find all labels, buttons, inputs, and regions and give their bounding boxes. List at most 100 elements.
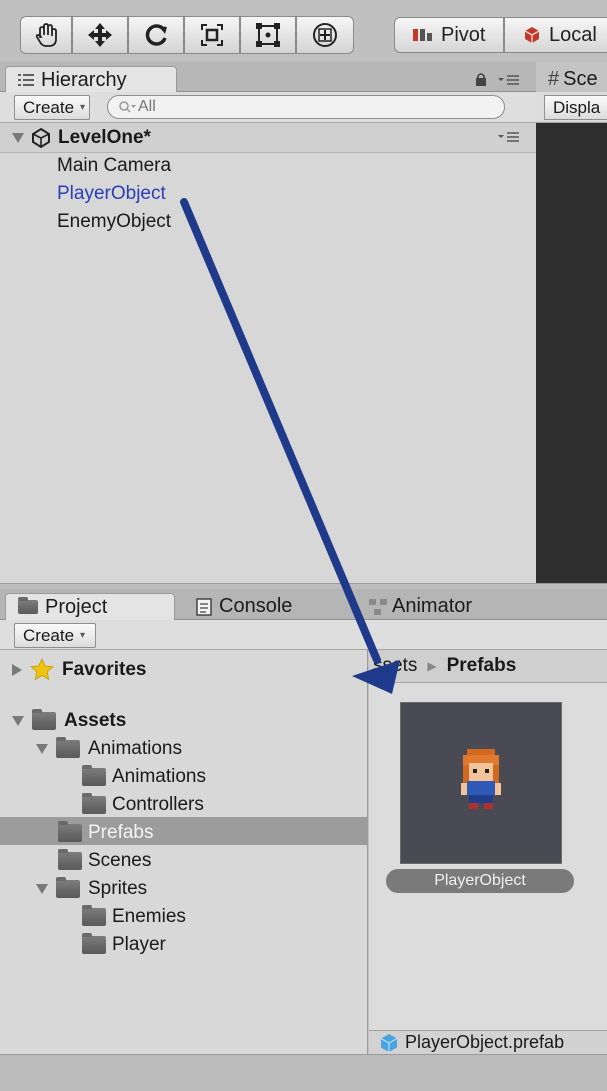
tree-row-scenes[interactable]: Scenes [58, 849, 151, 872]
player-sprite-icon [461, 749, 501, 809]
tree-label-assets: Assets [64, 710, 127, 731]
folder-icon [82, 793, 106, 814]
transform-icon [313, 23, 337, 47]
tab-hierarchy[interactable]: Hierarchy [5, 66, 177, 93]
tree-label-controllers: Controllers [112, 794, 204, 815]
hierarchy-search-input[interactable] [138, 98, 468, 116]
tree-row-animations[interactable]: Animations [36, 737, 182, 760]
expand-arrow-icon[interactable] [36, 744, 48, 754]
create-label: Create [23, 97, 75, 117]
pivot-toggle[interactable]: Pivot [394, 17, 504, 53]
project-toolbar: Create ▾ [0, 620, 607, 650]
breadcrumb-root[interactable]: ssets [373, 655, 417, 677]
hand-tool-button[interactable] [20, 16, 72, 54]
expand-arrow-icon[interactable] [12, 716, 24, 726]
tree-label-player: Player [112, 934, 166, 955]
console-icon [196, 597, 212, 616]
tab-scene[interactable]: # Sce [542, 66, 598, 93]
tab-project[interactable]: Project [5, 593, 175, 620]
scene-name: LevelOne* [58, 126, 151, 148]
local-cube-icon [524, 27, 540, 43]
tree-row-animations-child[interactable]: Animations [82, 765, 206, 788]
breadcrumb-current[interactable]: Prefabs [447, 655, 517, 677]
tree-row-sprites[interactable]: Sprites [36, 877, 148, 900]
dropdown-arrow-icon: ▾ [80, 102, 86, 113]
scale-tool-button[interactable] [184, 16, 240, 54]
move-icon [88, 23, 112, 47]
tree-label-prefabs: Prefabs [88, 822, 154, 843]
editor-status-bar [0, 1054, 607, 1091]
scene-menu-icon[interactable] [498, 132, 520, 144]
unity-scene-icon [32, 127, 50, 148]
tree-label-animations-child: Animations [112, 766, 206, 787]
hierarchy-create-button[interactable]: Create ▾ [14, 95, 90, 120]
project-status-bar: PlayerObject.prefab [369, 1030, 607, 1054]
status-file-name: PlayerObject.prefab [405, 1032, 565, 1052]
display-dropdown[interactable]: Displa [544, 95, 607, 120]
pivot-label: Pivot [441, 23, 486, 46]
tree-label-enemies: Enemies [112, 906, 186, 927]
lock-icon[interactable] [474, 72, 488, 91]
folder-icon [82, 933, 106, 954]
scene-toolbar: Displa [536, 92, 607, 123]
rect-tool-button[interactable] [240, 16, 296, 54]
hierarchy-toolbar: Create ▾ [0, 92, 536, 123]
local-toggle[interactable]: Local [504, 17, 607, 53]
tree-row-assets[interactable]: Assets [12, 709, 127, 732]
star-icon [30, 658, 54, 681]
project-create-label: Create [23, 625, 75, 645]
pivot-icon [413, 29, 432, 41]
tree-row-enemies[interactable]: Enemies [82, 905, 186, 928]
hierarchy-item-player-object[interactable]: PlayerObject [57, 183, 166, 205]
asset-thumbnail[interactable] [400, 702, 562, 864]
hand-icon [35, 23, 57, 47]
panel-menu-icon[interactable] [498, 74, 520, 92]
local-label: Local [549, 23, 597, 46]
grid-icon: # [548, 68, 560, 90]
dropdown-arrow-icon: ▾ [80, 630, 86, 641]
hierarchy-item-enemy-object[interactable]: EnemyObject [57, 211, 171, 233]
hierarchy-tabbar: Hierarchy [0, 62, 536, 93]
selected-row-highlight [0, 817, 368, 845]
folder-icon [58, 821, 82, 842]
tab-console[interactable]: Console [184, 593, 292, 620]
expand-arrow-icon[interactable] [36, 884, 48, 894]
folder-icon [58, 849, 82, 870]
animator-icon [369, 598, 387, 615]
tree-row-controllers[interactable]: Controllers [82, 793, 204, 816]
move-tool-button[interactable] [72, 16, 128, 54]
hierarchy-item-main-camera[interactable]: Main Camera [57, 155, 171, 177]
collapse-arrow-icon[interactable] [12, 664, 22, 676]
scene-row[interactable]: LevelOne* [0, 123, 536, 153]
folder-icon [82, 765, 106, 786]
scene-tab-label: Sce [563, 68, 598, 90]
scale-icon [201, 24, 223, 46]
tab-animator[interactable]: Animator [356, 593, 472, 620]
display-label: Displa [553, 97, 601, 117]
folder-icon [56, 737, 80, 758]
expand-arrow-icon[interactable] [12, 132, 24, 143]
breadcrumb: ssets ▶ Prefabs [369, 650, 607, 683]
rotate-icon [145, 24, 167, 46]
main-toolbar: Pivot Local [0, 0, 607, 62]
tree-row-favorites[interactable]: Favorites [12, 658, 146, 682]
prefab-cube-icon [380, 1033, 398, 1052]
scene-viewport[interactable] [536, 123, 607, 583]
hierarchy-tab-label: Hierarchy [41, 68, 127, 91]
tree-label-sprites: Sprites [88, 878, 148, 899]
tree-label-animations: Animations [88, 738, 182, 759]
list-icon [18, 74, 34, 86]
hierarchy-tree: LevelOne* Main Camera PlayerObject Enemy… [0, 123, 536, 583]
animator-tab-label: Animator [392, 595, 473, 617]
project-tabbar: Project Console Animator [0, 589, 607, 620]
hierarchy-search[interactable] [107, 95, 505, 119]
project-create-button[interactable]: Create ▾ [14, 623, 96, 648]
tree-row-player[interactable]: Player [82, 933, 166, 956]
project-folder-tree: Favorites Assets Animations Animations C… [0, 650, 368, 1054]
rotate-tool-button[interactable] [128, 16, 184, 54]
folder-icon [56, 877, 80, 898]
project-content-area: ssets ▶ Prefabs PlayerObject [369, 650, 607, 1054]
tree-row-prefabs[interactable]: Prefabs [58, 821, 154, 844]
transform-tool-button[interactable] [296, 16, 354, 54]
asset-name[interactable]: PlayerObject [386, 869, 574, 893]
